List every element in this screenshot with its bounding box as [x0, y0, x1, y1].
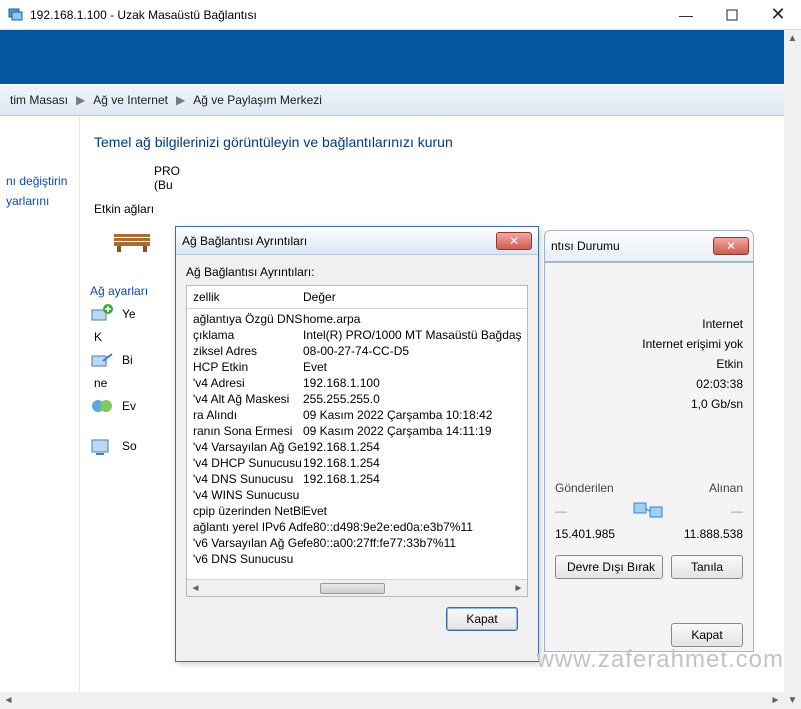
- sent-label: Gönderilen: [555, 481, 614, 495]
- status-speed: 1,0 Gb/sn: [691, 397, 743, 411]
- activity-icon: [632, 499, 666, 523]
- status-window-body: Internet Internet erişimi yok Etkin 02:0…: [544, 262, 754, 652]
- dialog-close-icon[interactable]: ✕: [496, 232, 532, 250]
- disable-button[interactable]: Devre Dışı Bırak: [555, 555, 663, 579]
- bytes-sent: 15.401.985: [555, 527, 615, 541]
- list-item[interactable]: ağlantı yerel IPv6 Adresife80::d498:9e2e…: [187, 519, 527, 535]
- breadcrumb-bar: tim Masası ▶ Ağ ve Internet ▶ Ağ ve Payl…: [0, 84, 784, 116]
- label-bu: (Bu: [154, 178, 173, 192]
- status-window-titlebar[interactable]: ntısı Durumu ✕: [544, 230, 754, 262]
- remote-desktop: tim Masası ▶ Ağ ve Internet ▶ Ağ ve Payl…: [0, 30, 784, 692]
- scroll-up-icon[interactable]: ▲: [784, 30, 801, 47]
- col-property[interactable]: zellik: [193, 290, 303, 304]
- watermark: www.zaferahmet.com: [537, 646, 784, 674]
- scroll-left-icon[interactable]: ◄: [0, 692, 17, 709]
- list-item[interactable]: 'v6 DNS Sunucusu: [187, 551, 527, 567]
- dialog-subtitle: Ağ Bağlantısı Ayrıntıları:: [186, 265, 528, 279]
- status-noaccess: Internet erişimi yok: [642, 337, 743, 351]
- option-text-2[interactable]: Bi: [122, 353, 133, 367]
- outer-hscrollbar[interactable]: ◄ ►: [0, 692, 784, 709]
- list-item[interactable]: 'v6 Varsayılan Ağ Geçidife80::a00:27ff:f…: [187, 535, 527, 551]
- breadcrumb-network-internet[interactable]: Ağ ve Internet: [89, 93, 172, 107]
- list-item[interactable]: HCP EtkinEvet: [187, 359, 527, 375]
- breadcrumb-sharing-center[interactable]: Ağ ve Paylaşım Merkezi: [189, 93, 326, 107]
- minimize-button[interactable]: —: [663, 0, 709, 30]
- left-link-settings[interactable]: yarlarını: [6, 194, 73, 208]
- bytes-received: 11.888.538: [684, 527, 743, 541]
- outer-title: 192.168.1.100 - Uzak Masaüstü Bağlantısı: [30, 8, 663, 22]
- status-close-btn[interactable]: Kapat: [671, 623, 743, 647]
- recv-label: Alınan: [709, 481, 743, 495]
- list-item[interactable]: 'v4 DNS Sunucusu192.168.1.254: [187, 471, 527, 487]
- left-pane: nı değiştirin yarlarını: [0, 116, 80, 692]
- scroll-left-icon[interactable]: ◄: [187, 580, 204, 596]
- list-item[interactable]: 'v4 WINS Sunucusu: [187, 487, 527, 503]
- new-connection-icon[interactable]: [90, 304, 114, 324]
- list-item[interactable]: 'v4 DHCP Sunucusu192.168.1.254: [187, 455, 527, 471]
- status-duration: 02:03:38: [696, 377, 743, 391]
- label-pro: PRO: [154, 164, 180, 178]
- client-area: tim Masası ▶ Ağ ve Internet ▶ Ağ ve Payl…: [0, 30, 801, 709]
- list-item[interactable]: 'v4 Varsayılan Ağ Geçidi192.168.1.254: [187, 439, 527, 455]
- bench-icon: [110, 226, 154, 254]
- homegroup-icon[interactable]: [90, 396, 114, 416]
- page-heading: Temel ağ bilgilerinizi görüntüleyin ve b…: [94, 134, 764, 150]
- close-button[interactable]: ✕: [755, 0, 801, 30]
- status-internet: Internet: [702, 317, 743, 331]
- list-item[interactable]: ra Alındı09 Kasım 2022 Çarşamba 10:18:42: [187, 407, 527, 423]
- properties-listview[interactable]: zellik Değer ağlantıya Özgü DNS S…home.a…: [186, 285, 528, 597]
- left-link-change[interactable]: nı değiştirin: [6, 174, 73, 188]
- scroll-right-icon[interactable]: ►: [767, 692, 784, 709]
- connect-network-icon[interactable]: [90, 350, 114, 370]
- list-item[interactable]: cpip üzerinden NetBIO…Evet: [187, 503, 527, 519]
- chevron-icon: ▶: [172, 93, 189, 107]
- list-item[interactable]: 'v4 Adresi192.168.1.100: [187, 375, 527, 391]
- connection-details-dialog: Ağ Bağlantısı Ayrıntıları ✕ Ağ Bağlantıs…: [175, 226, 539, 662]
- remote-header-band: [0, 30, 784, 84]
- status-title-text: ntısı Durumu: [551, 239, 620, 253]
- col-value[interactable]: Değer: [303, 290, 336, 304]
- outer-titlebar: 192.168.1.100 - Uzak Masaüstü Bağlantısı…: [0, 0, 801, 30]
- breadcrumb-control-panel[interactable]: tim Masası: [6, 93, 72, 107]
- list-item[interactable]: çıklamaIntel(R) PRO/1000 MT Masaüstü Bağ…: [187, 327, 527, 343]
- option-text-3[interactable]: Ev: [122, 399, 136, 413]
- scroll-right-icon[interactable]: ►: [510, 580, 527, 596]
- listview-hscrollbar[interactable]: ◄ ►: [187, 579, 527, 596]
- dialog-close-button[interactable]: Kapat: [446, 607, 518, 631]
- status-etkin: Etkin: [716, 357, 743, 371]
- outer-vscrollbar[interactable]: ▲ ▼: [784, 30, 801, 709]
- scroll-thumb[interactable]: [320, 583, 385, 594]
- maximize-button[interactable]: [709, 0, 755, 30]
- chevron-icon: ▶: [72, 93, 89, 107]
- list-item[interactable]: ziksel Adres08-00-27-74-CC-D5: [187, 343, 527, 359]
- scroll-down-icon[interactable]: ▼: [784, 692, 801, 709]
- rdp-icon: [8, 7, 24, 23]
- troubleshoot-icon[interactable]: [90, 436, 114, 456]
- list-item[interactable]: ağlantıya Özgü DNS S…home.arpa: [187, 311, 527, 327]
- list-item[interactable]: ranın Sona Ermesi09 Kasım 2022 Çarşamba …: [187, 423, 527, 439]
- dialog-title: Ağ Bağlantısı Ayrıntıları: [182, 234, 496, 248]
- option-text-4[interactable]: So: [122, 439, 137, 453]
- active-networks-label: Etkin ağları: [94, 202, 764, 216]
- option-text-1[interactable]: Ye: [122, 307, 136, 321]
- diagnose-button[interactable]: Tanıla: [671, 555, 743, 579]
- listview-header[interactable]: zellik Değer: [187, 286, 527, 309]
- dialog-titlebar[interactable]: Ağ Bağlantısı Ayrıntıları ✕: [176, 227, 538, 255]
- status-close-button[interactable]: ✕: [713, 237, 749, 255]
- list-item[interactable]: 'v4 Alt Ağ Maskesi255.255.255.0: [187, 391, 527, 407]
